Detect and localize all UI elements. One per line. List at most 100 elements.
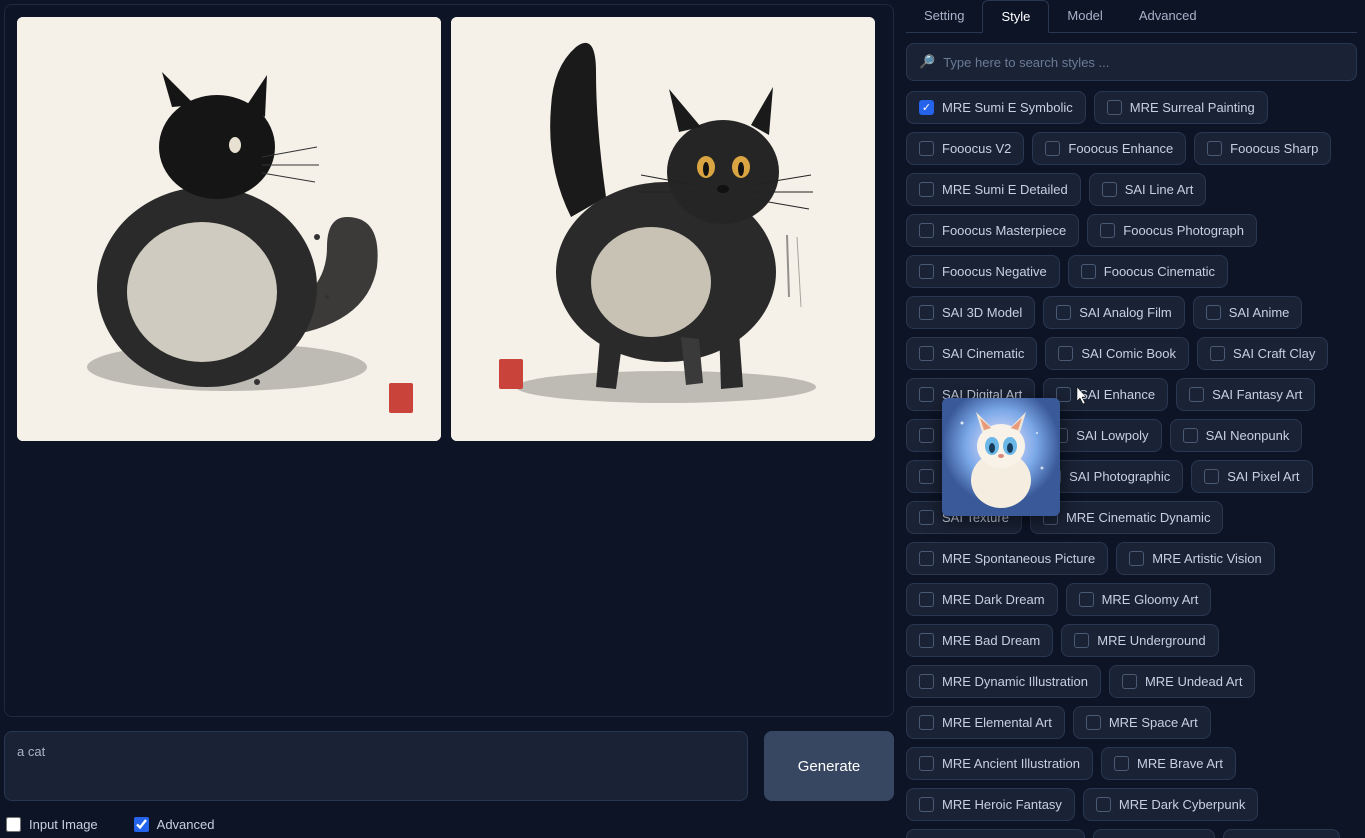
style-chip[interactable]: MRE Artistic Vision: [1116, 542, 1275, 575]
style-chip-label: MRE Dynamic Illustration: [942, 674, 1088, 689]
style-chip-label: SAI Enhance: [1079, 387, 1155, 402]
style-chip[interactable]: MRE Heroic Fantasy: [906, 788, 1075, 821]
style-chip[interactable]: SAI 3D Model: [906, 296, 1035, 329]
checkbox-icon: [1189, 387, 1204, 402]
style-chip[interactable]: ✓ MRE Sumi E Symbolic: [906, 91, 1086, 124]
checkbox-icon: [919, 387, 934, 402]
advanced-label: Advanced: [157, 817, 215, 832]
style-chip[interactable]: SAI Craft Clay: [1197, 337, 1328, 370]
style-chip-label: SAI Isometric: [942, 428, 1019, 443]
style-chip[interactable]: SAI Digital Art: [906, 378, 1035, 411]
checkbox-icon: [919, 756, 934, 771]
style-chip[interactable]: SAI Isometric: [906, 419, 1032, 452]
checkbox-icon: [1204, 469, 1219, 484]
style-chip[interactable]: MRE Gloomy Art: [1066, 583, 1212, 616]
tab-setting[interactable]: Setting: [906, 0, 982, 32]
style-chip-label: SAI Neonpunk: [1206, 428, 1290, 443]
style-chip[interactable]: SAI Texture: [906, 501, 1022, 534]
checkbox-icon: [1053, 428, 1068, 443]
style-chip-label: MRE Bad Dream: [942, 633, 1040, 648]
style-search[interactable]: 🔎: [906, 43, 1357, 81]
style-chip-label: SAI Lowpoly: [1076, 428, 1148, 443]
style-chip-label: MRE Cinematic Dynamic: [1066, 510, 1210, 525]
style-chip[interactable]: Fooocus Cinematic: [1068, 255, 1228, 288]
style-chip[interactable]: MRE Undead Art: [1109, 665, 1256, 698]
advanced-checkbox[interactable]: Advanced: [134, 817, 215, 832]
checkbox-icon: [1129, 551, 1144, 566]
checkbox-icon: [919, 797, 934, 812]
style-chip[interactable]: MRE Dark Dream: [906, 583, 1058, 616]
style-chip[interactable]: MRE Ancient Illustration: [906, 747, 1093, 780]
checkbox-icon: [1056, 305, 1071, 320]
style-chip-label: SAI Anime: [1229, 305, 1290, 320]
style-chip[interactable]: SAI Enhance: [1043, 378, 1168, 411]
style-chip[interactable]: MRE Sumi E Detailed: [906, 173, 1081, 206]
checkbox-icon: [1102, 182, 1117, 197]
style-chip-label: MRE Space Art: [1109, 715, 1198, 730]
checkbox-icon: [919, 715, 934, 730]
style-chip[interactable]: MRE Space Art: [1073, 706, 1211, 739]
style-chip[interactable]: SAI Lowpoly: [1040, 419, 1161, 452]
style-chip[interactable]: MRE Dark Cyberpunk: [1083, 788, 1258, 821]
tab-advanced[interactable]: Advanced: [1121, 0, 1215, 32]
input-image-label: Input Image: [29, 817, 98, 832]
style-chip-label: MRE Ancient Illustration: [942, 756, 1080, 771]
checkbox-icon: [1043, 510, 1058, 525]
style-chip-label: MRE Sumi E Symbolic: [942, 100, 1073, 115]
style-chip[interactable]: SAI Neonpunk: [1170, 419, 1303, 452]
style-chip[interactable]: Fooocus Photograph: [1087, 214, 1257, 247]
tab-style[interactable]: Style: [982, 0, 1049, 33]
style-chip[interactable]: MRE Manga: [1093, 829, 1214, 838]
style-chip-label: Fooocus Negative: [942, 264, 1047, 279]
style-chip[interactable]: MRE Surreal Painting: [1094, 91, 1268, 124]
checkbox-icon: [1096, 797, 1111, 812]
checkbox-icon: [919, 551, 934, 566]
style-chip[interactable]: MRE Spontaneous Picture: [906, 542, 1108, 575]
style-chip[interactable]: SAI Pixel Art: [1191, 460, 1312, 493]
style-chip[interactable]: SAI Origami: [906, 460, 1025, 493]
style-chip[interactable]: SAI Comic Book: [1045, 337, 1189, 370]
checkbox-icon: ✓: [919, 100, 934, 115]
checkbox-icon: [919, 428, 934, 443]
style-chip[interactable]: SAI Anime: [1193, 296, 1303, 329]
style-chip-label: MRE Heroic Fantasy: [942, 797, 1062, 812]
style-chip-label: SAI Pixel Art: [1227, 469, 1299, 484]
style-chip[interactable]: Fooocus V2: [906, 132, 1024, 165]
checkbox-icon: [919, 469, 934, 484]
input-image-checkbox[interactable]: Input Image: [6, 817, 98, 832]
tab-model[interactable]: Model: [1049, 0, 1120, 32]
style-chip[interactable]: MRE Dynamic Illustration: [906, 665, 1101, 698]
style-chip[interactable]: MRE Underground: [1061, 624, 1218, 657]
style-chip[interactable]: MRE Brave Art: [1101, 747, 1236, 780]
style-chip[interactable]: Fooocus Masterpiece: [906, 214, 1079, 247]
style-chip[interactable]: MRE Lyrical Geometry: [906, 829, 1085, 838]
checkbox-icon: [1086, 715, 1101, 730]
style-chip[interactable]: Fooocus Enhance: [1032, 132, 1186, 165]
output-gallery[interactable]: [4, 4, 894, 717]
style-chip-label: MRE Surreal Painting: [1130, 100, 1255, 115]
checkbox-icon: [919, 346, 934, 361]
style-chip[interactable]: MRE Elemental Art: [906, 706, 1065, 739]
style-preview-tooltip: [942, 398, 1060, 516]
generate-button[interactable]: Generate: [764, 731, 894, 801]
style-chip-label: SAI Analog Film: [1079, 305, 1172, 320]
checkbox-icon: [1210, 346, 1225, 361]
style-chip[interactable]: SAI Analog Film: [1043, 296, 1185, 329]
style-chip[interactable]: SAI Line Art: [1089, 173, 1207, 206]
prompt-input[interactable]: [4, 731, 748, 801]
style-chip[interactable]: Fooocus Sharp: [1194, 132, 1331, 165]
style-chip-label: SAI Photographic: [1069, 469, 1170, 484]
style-chip[interactable]: SAI Photographic: [1033, 460, 1183, 493]
style-chip-label: Fooocus Photograph: [1123, 223, 1244, 238]
style-chip[interactable]: MRE Anime: [1223, 829, 1341, 838]
checkbox-icon: [1046, 469, 1061, 484]
style-search-input[interactable]: [943, 55, 1344, 70]
output-image-2[interactable]: [451, 17, 875, 441]
style-chip[interactable]: Fooocus Negative: [906, 255, 1060, 288]
style-chip[interactable]: SAI Fantasy Art: [1176, 378, 1315, 411]
style-chip[interactable]: MRE Bad Dream: [906, 624, 1053, 657]
style-chip[interactable]: SAI Cinematic: [906, 337, 1037, 370]
output-image-1[interactable]: [17, 17, 441, 441]
checkbox-icon: [1107, 100, 1122, 115]
style-chip[interactable]: MRE Cinematic Dynamic: [1030, 501, 1223, 534]
